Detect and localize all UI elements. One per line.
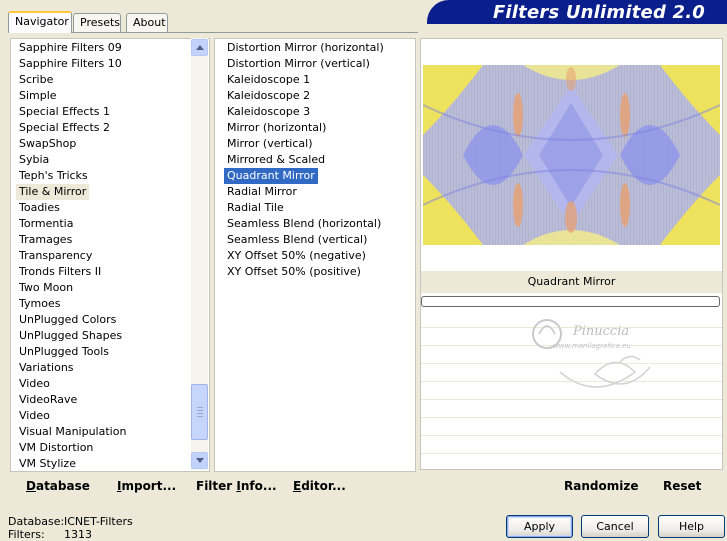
- database-status-value: ICNET-Filters: [64, 515, 133, 528]
- progress-bar: [421, 296, 720, 307]
- filter-item[interactable]: Radial Mirror: [224, 184, 300, 200]
- category-item[interactable]: Toadies: [16, 200, 63, 216]
- help-button[interactable]: Help: [658, 515, 725, 538]
- filter-item[interactable]: Mirror (horizontal): [224, 120, 329, 136]
- filter-item[interactable]: Kaleidoscope 1: [224, 72, 313, 88]
- filter-item[interactable]: Distortion Mirror (vertical): [224, 56, 373, 72]
- filter-item[interactable]: XY Offset 50% (negative): [224, 248, 369, 264]
- grip-line: [197, 407, 203, 408]
- grip-line: [197, 410, 203, 411]
- cancel-button[interactable]: Cancel: [581, 515, 649, 538]
- category-item[interactable]: Transparency: [16, 248, 95, 264]
- reset-button[interactable]: Reset: [663, 479, 701, 494]
- category-item[interactable]: Tronds Filters II: [16, 264, 104, 280]
- import-button[interactable]: Import...: [117, 479, 176, 494]
- scroll-thumb[interactable]: [191, 384, 208, 440]
- category-item[interactable]: Sybia: [16, 152, 52, 168]
- filter-item[interactable]: Kaleidoscope 2: [224, 88, 313, 104]
- randomize-button[interactable]: Randomize: [564, 479, 638, 494]
- category-item[interactable]: Special Effects 1: [16, 104, 113, 120]
- filter-item[interactable]: Mirrored & Scaled: [224, 152, 328, 168]
- category-item[interactable]: Sapphire Filters 09: [16, 40, 125, 56]
- scroll-up-button[interactable]: [191, 39, 208, 56]
- category-item[interactable]: VM Distortion: [16, 440, 96, 456]
- filter-item[interactable]: Seamless Blend (vertical): [224, 232, 370, 248]
- grip-line: [197, 416, 203, 417]
- app-title-banner: Filters Unlimited 2.0: [427, 0, 727, 24]
- category-scrollbar[interactable]: [191, 38, 208, 470]
- filter-item[interactable]: Distortion Mirror (horizontal): [224, 40, 387, 56]
- parameter-row: [421, 435, 722, 436]
- filter-item[interactable]: Quadrant Mirror: [224, 168, 318, 184]
- chevron-up-icon: [196, 45, 204, 50]
- tab-navigator[interactable]: Navigator: [8, 11, 72, 33]
- apply-button[interactable]: Apply: [506, 515, 573, 538]
- category-item[interactable]: Special Effects 2: [16, 120, 113, 136]
- category-item[interactable]: UnPlugged Colors: [16, 312, 119, 328]
- category-item[interactable]: Tymoes: [16, 296, 63, 312]
- filters-count-value: 1313: [64, 528, 92, 541]
- category-item[interactable]: UnPlugged Tools: [16, 344, 112, 360]
- category-item[interactable]: UnPlugged Shapes: [16, 328, 125, 344]
- parameter-row: [421, 453, 722, 454]
- database-status-label: Database:: [8, 515, 65, 528]
- scroll-down-button[interactable]: [191, 452, 208, 469]
- category-list[interactable]: Sapphire Filters 09 Sapphire Filters 10 Sc…: [10, 38, 210, 472]
- category-item[interactable]: Tile & Mirror: [16, 184, 90, 200]
- watermark: Pinuccia www.manilagrafica.eu: [525, 312, 675, 402]
- watermark-url: www.manilagrafica.eu: [553, 342, 631, 350]
- watermark-name: Pinuccia: [573, 324, 630, 339]
- chevron-down-icon: [196, 458, 204, 463]
- tab-presets[interactable]: Presets: [73, 13, 121, 32]
- category-item[interactable]: Video: [16, 408, 53, 424]
- parameter-row: [421, 417, 722, 418]
- filter-item[interactable]: Kaleidoscope 3: [224, 104, 313, 120]
- preview-image: [423, 65, 720, 245]
- category-item[interactable]: Tormentia: [16, 216, 76, 232]
- filter-info-button[interactable]: Filter Info...: [196, 479, 277, 494]
- category-item[interactable]: Visual Manipulation: [16, 424, 129, 440]
- editor-button[interactable]: Editor...: [293, 479, 346, 494]
- category-item[interactable]: VM Stylize: [16, 456, 79, 472]
- category-item[interactable]: Simple: [16, 88, 60, 104]
- category-item[interactable]: Teph's Tricks: [16, 168, 91, 184]
- filter-item[interactable]: Seamless Blend (horizontal): [224, 216, 384, 232]
- category-item[interactable]: Video: [16, 376, 53, 392]
- filter-item[interactable]: XY Offset 50% (positive): [224, 264, 364, 280]
- filter-item[interactable]: Mirror (vertical): [224, 136, 316, 152]
- category-item[interactable]: Tramages: [16, 232, 75, 248]
- category-item[interactable]: Scribe: [16, 72, 56, 88]
- category-item[interactable]: SwapShop: [16, 136, 79, 152]
- category-item[interactable]: Sapphire Filters 10: [16, 56, 125, 72]
- grip-line: [197, 413, 203, 414]
- filter-list[interactable]: Distortion Mirror (horizontal) Distortion…: [214, 38, 416, 472]
- filters-count-label: Filters:: [8, 528, 45, 541]
- current-filter-label: Quadrant Mirror: [421, 271, 722, 293]
- category-item[interactable]: Two Moon: [16, 280, 76, 296]
- category-item[interactable]: VideoRave: [16, 392, 80, 408]
- tab-about[interactable]: About: [126, 13, 168, 32]
- database-button[interactable]: Database: [26, 479, 90, 494]
- category-item[interactable]: Variations: [16, 360, 77, 376]
- filter-item[interactable]: Radial Tile: [224, 200, 287, 216]
